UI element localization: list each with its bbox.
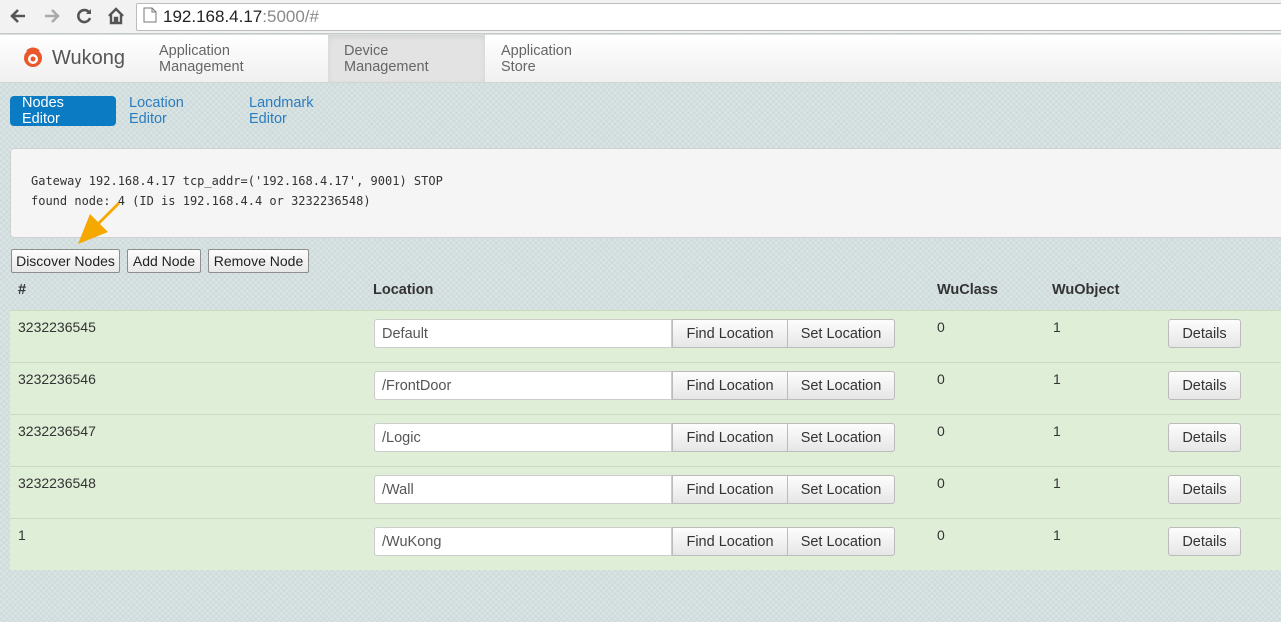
details-button[interactable]: Details: [1168, 475, 1241, 504]
header-location: Location: [373, 282, 434, 298]
tab-location-editor[interactable]: Location Editor: [117, 95, 237, 127]
find-location-button[interactable]: Find Location: [672, 475, 788, 504]
tab-nodes-editor[interactable]: Nodes Editor: [10, 95, 116, 127]
wuobject-count: 1: [1053, 371, 1061, 387]
node-id: 3232236546: [18, 371, 96, 387]
console-line: found node: 4 (ID is 192.168.4.4 or 3232…: [31, 194, 371, 208]
table-row: 3232236547 /Logic Find Location Set Loca…: [10, 414, 1281, 466]
set-location-button[interactable]: Set Location: [787, 527, 895, 556]
wuclass-count: 0: [937, 527, 945, 543]
set-location-button[interactable]: Set Location: [787, 319, 895, 348]
tab-landmark-editor[interactable]: Landmark Editor: [237, 95, 367, 127]
annotation-arrow-icon: [78, 202, 120, 244]
wuclass-count: 0: [937, 319, 945, 335]
forward-icon[interactable]: [40, 4, 64, 28]
location-input[interactable]: /Wall: [374, 475, 672, 504]
location-input[interactable]: /FrontDoor: [374, 371, 672, 400]
nav-device-management[interactable]: Device Management: [328, 35, 485, 82]
set-location-button[interactable]: Set Location: [787, 371, 895, 400]
find-location-button[interactable]: Find Location: [672, 527, 788, 556]
remove-node-button[interactable]: Remove Node: [208, 249, 309, 273]
wuclass-count: 0: [937, 423, 945, 439]
node-id: 3232236545: [18, 319, 96, 335]
wukong-logo-icon: [22, 46, 44, 71]
discover-nodes-button[interactable]: Discover Nodes: [11, 249, 120, 273]
page-icon: [143, 7, 157, 28]
header-id: #: [18, 282, 27, 298]
home-icon[interactable]: [104, 4, 128, 28]
back-icon[interactable]: [6, 4, 30, 28]
node-id: 1: [18, 527, 26, 543]
node-id: 3232236548: [18, 475, 96, 491]
address-bar[interactable]: 192.168.4.17:5000/#: [136, 3, 1281, 31]
app-navbar: Wukong Application Management Device Man…: [0, 35, 1281, 83]
location-input[interactable]: Default: [374, 319, 672, 348]
find-location-button[interactable]: Find Location: [672, 319, 788, 348]
wuobject-count: 1: [1053, 527, 1061, 543]
node-id: 3232236547: [18, 423, 96, 439]
location-input[interactable]: /WuKong: [374, 527, 672, 556]
find-location-button[interactable]: Find Location: [672, 423, 788, 452]
url-path: :5000/#: [262, 7, 319, 26]
table-row: 3232236546 /FrontDoor Find Location Set …: [10, 362, 1281, 414]
wuclass-count: 0: [937, 371, 945, 387]
gateway-console: Gateway 192.168.4.17 tcp_addr=('192.168.…: [10, 148, 1281, 238]
table-row: 3232236545 Default Find Location Set Loc…: [10, 310, 1281, 362]
brand[interactable]: Wukong: [22, 35, 125, 82]
set-location-button[interactable]: Set Location: [787, 475, 895, 504]
details-button[interactable]: Details: [1168, 319, 1241, 348]
find-location-button[interactable]: Find Location: [672, 371, 788, 400]
header-wuclass: WuClass: [937, 282, 998, 298]
wuobject-count: 1: [1053, 475, 1061, 491]
table-row: 3232236548 /Wall Find Location Set Locat…: [10, 466, 1281, 518]
console-line: Gateway 192.168.4.17 tcp_addr=('192.168.…: [31, 174, 443, 188]
brand-name: Wukong: [52, 47, 126, 69]
url-host: 192.168.4.17: [163, 7, 263, 26]
header-wuobject: WuObject: [1052, 282, 1120, 298]
details-button[interactable]: Details: [1168, 527, 1241, 556]
details-button[interactable]: Details: [1168, 423, 1241, 452]
details-button[interactable]: Details: [1168, 371, 1241, 400]
table-row: 1 /WuKong Find Location Set Location 0 1…: [10, 518, 1281, 570]
set-location-button[interactable]: Set Location: [787, 423, 895, 452]
add-node-button[interactable]: Add Node: [127, 249, 201, 273]
wuobject-count: 1: [1053, 423, 1061, 439]
wuclass-count: 0: [937, 475, 945, 491]
browser-toolbar: 192.168.4.17:5000/#: [0, 0, 1281, 34]
wuobject-count: 1: [1053, 319, 1061, 335]
reload-icon[interactable]: [72, 4, 96, 28]
nav-application-store[interactable]: Application Store: [485, 35, 625, 82]
nav-application-management[interactable]: Application Management: [143, 35, 329, 82]
location-input[interactable]: /Logic: [374, 423, 672, 452]
